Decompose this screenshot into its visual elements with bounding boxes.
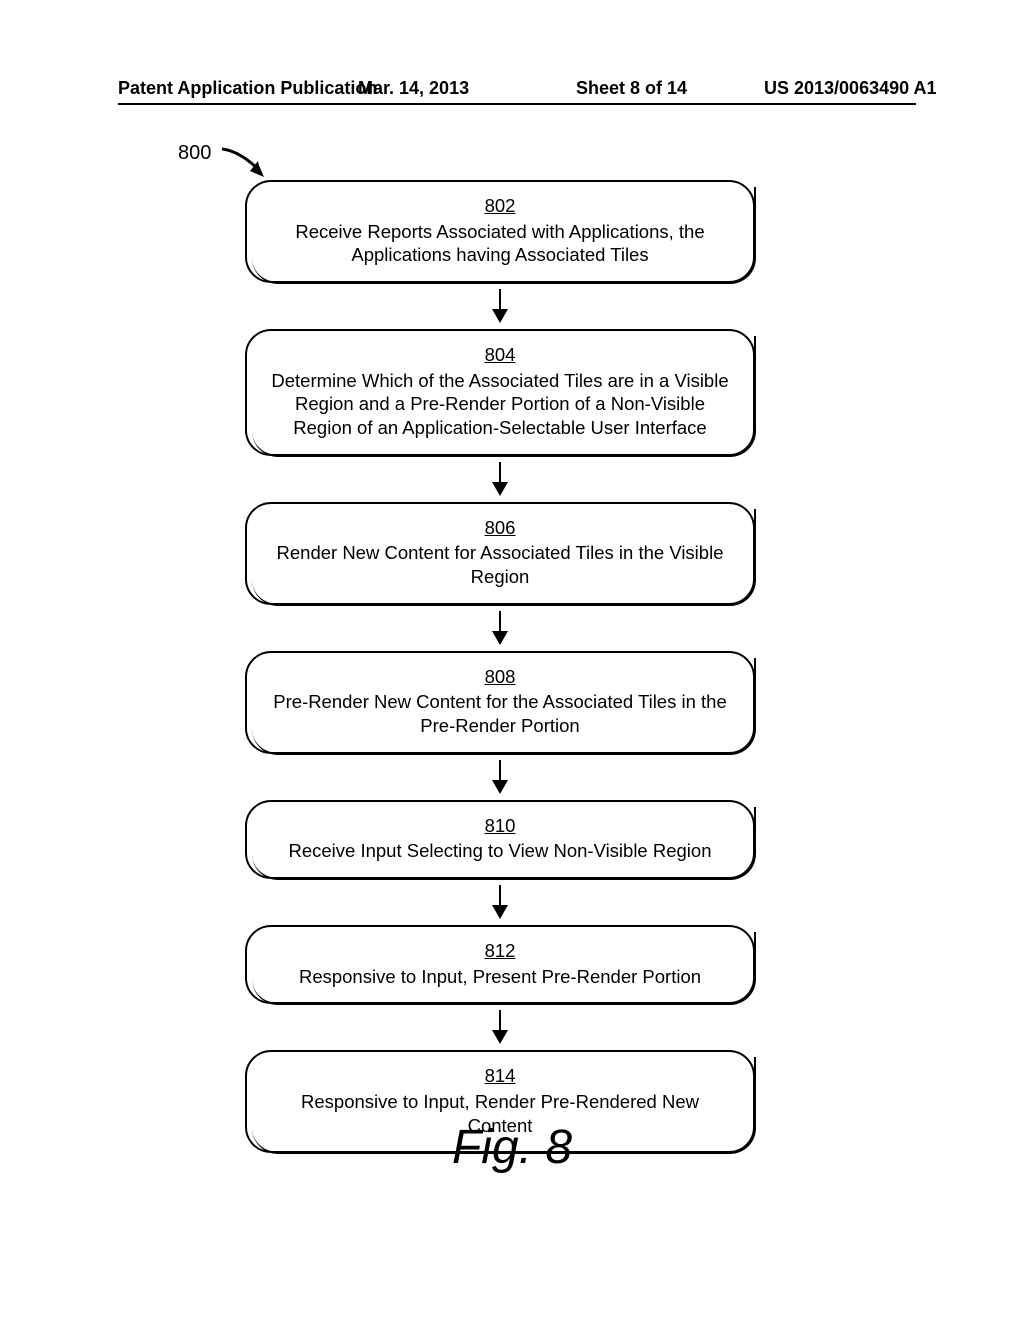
header-sheet: Sheet 8 of 14 (576, 78, 687, 99)
header-date: Mar. 14, 2013 (358, 78, 469, 99)
header-pubnum: US 2013/0063490 A1 (764, 78, 936, 99)
step-text: Receive Reports Associated with Applicat… (295, 221, 704, 266)
header-left: Patent Application Publication (118, 78, 377, 99)
step-806: 806 Render New Content for Associated Ti… (245, 502, 755, 605)
step-number: 806 (269, 516, 731, 540)
header-rule (118, 103, 916, 105)
step-number: 808 (269, 665, 731, 689)
arrow-down-icon (499, 885, 501, 919)
arrow-down-icon (499, 760, 501, 794)
step-808: 808 Pre-Render New Content for the Assoc… (245, 651, 755, 754)
reference-arrow-icon (220, 145, 274, 185)
arrow-down-icon (499, 289, 501, 323)
step-number: 802 (269, 194, 731, 218)
step-text: Receive Input Selecting to View Non-Visi… (288, 840, 711, 861)
step-number: 804 (269, 343, 731, 367)
page: Patent Application Publication Mar. 14, … (0, 0, 1024, 1320)
step-text: Responsive to Input, Present Pre-Render … (299, 966, 701, 987)
flowchart: 802 Receive Reports Associated with Appl… (240, 180, 760, 1153)
step-text: Pre-Render New Content for the Associate… (273, 691, 727, 736)
arrow-down-icon (499, 611, 501, 645)
step-802: 802 Receive Reports Associated with Appl… (245, 180, 755, 283)
arrow-down-icon (499, 1010, 501, 1044)
step-812: 812 Responsive to Input, Present Pre-Ren… (245, 925, 755, 1004)
step-804: 804 Determine Which of the Associated Ti… (245, 329, 755, 456)
step-text: Determine Which of the Associated Tiles … (271, 370, 728, 438)
step-number: 810 (269, 814, 731, 838)
step-810: 810 Receive Input Selecting to View Non-… (245, 800, 755, 879)
step-number: 812 (269, 939, 731, 963)
figure-reference-number: 800 (178, 142, 211, 165)
step-number: 814 (269, 1064, 731, 1088)
arrow-down-icon (499, 462, 501, 496)
step-text: Render New Content for Associated Tiles … (277, 542, 724, 587)
figure-caption: Fig. 8 (0, 1120, 1024, 1175)
